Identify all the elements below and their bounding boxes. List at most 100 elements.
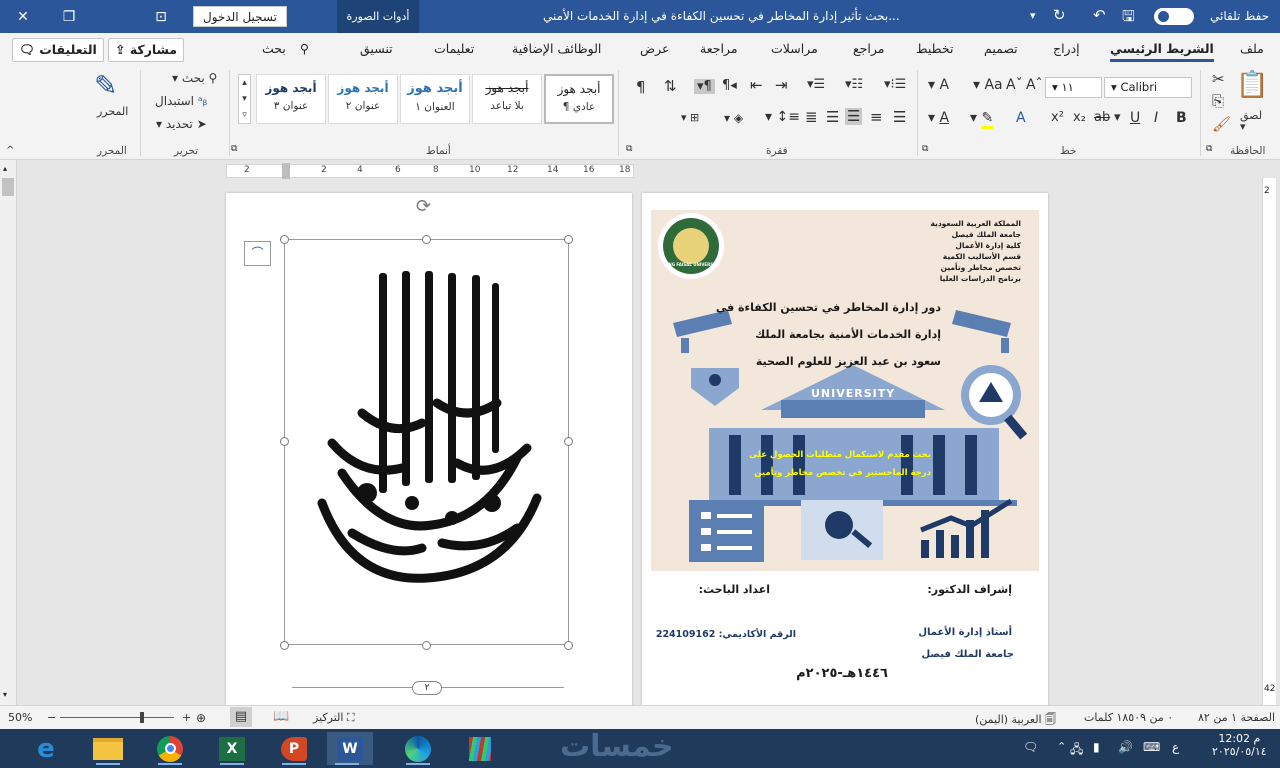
language-status[interactable]: العربية (اليمن) 🗐 — [975, 711, 1056, 730]
resize-handle[interactable] — [422, 235, 431, 244]
resize-handle[interactable] — [280, 437, 289, 446]
numbering-icon[interactable]: ▾☷ — [845, 78, 863, 91]
word-icon[interactable]: W — [327, 732, 373, 765]
tab-home[interactable]: الشريط الرئيسي — [1110, 41, 1214, 62]
font-launcher-icon[interactable]: ⧉ — [922, 145, 928, 154]
chrome-icon[interactable] — [150, 732, 190, 765]
resize-handle[interactable] — [422, 641, 431, 650]
paste-icon[interactable]: 📋 — [1236, 72, 1268, 98]
underline-icon[interactable]: ▾ — [1114, 111, 1121, 124]
font-color-icon[interactable]: ▾ A — [928, 111, 949, 125]
share-button[interactable]: ⇪ مشاركة — [108, 38, 185, 62]
scroll-up-icon[interactable]: ▴ — [3, 164, 7, 173]
print-layout-icon[interactable]: ▤ — [230, 707, 252, 727]
resize-handle[interactable] — [564, 641, 573, 650]
clipboard-launcher-icon[interactable]: ⧉ — [1206, 145, 1212, 154]
style-heading3[interactable]: أبجد هوز عنوان ٣ — [256, 74, 326, 124]
rtl-icon[interactable]: ▾¶ — [694, 79, 715, 94]
font-name-select[interactable]: ▾ Calibri — [1104, 77, 1192, 98]
grow-font-icon[interactable]: Aˆ — [1026, 78, 1043, 92]
zoom-slider[interactable] — [60, 717, 174, 718]
comments-button[interactable]: 🗨 التعليقات — [12, 38, 104, 62]
bold-icon[interactable]: B — [1176, 111, 1187, 125]
change-case-icon[interactable]: ▾ Aa — [973, 78, 1003, 92]
shading-icon[interactable]: ▾ ◈ — [724, 112, 743, 124]
sort-icon[interactable]: ⇅ — [664, 79, 677, 94]
select-button[interactable]: ▾ تحديد ➤ — [156, 118, 207, 130]
underline-u-icon[interactable]: U — [1130, 111, 1140, 125]
vertical-scrollbar[interactable]: ▴ ▾ — [0, 160, 17, 705]
layout-options-icon[interactable]: ⌒ — [244, 241, 271, 266]
justify-icon[interactable]: ≣ — [805, 110, 818, 125]
resize-handle[interactable] — [564, 235, 573, 244]
superscript-icon[interactable]: x² — [1051, 111, 1064, 124]
show-marks-icon[interactable]: ¶ — [636, 80, 646, 95]
resize-handle[interactable] — [280, 235, 289, 244]
notifications-icon[interactable]: 🗨 — [1023, 740, 1038, 754]
zoom-level[interactable]: 50% — [8, 711, 32, 724]
keyboard-icon[interactable]: ⌨ — [1143, 740, 1160, 754]
ltr-icon[interactable]: ¶◂ — [722, 79, 737, 92]
page-status[interactable]: الصفحة ١ من ٨٢ — [1198, 711, 1275, 724]
zoom-fit-icon[interactable]: ⊕ — [196, 711, 206, 725]
strikethrough-icon[interactable]: ab — [1094, 111, 1110, 124]
word-count-status[interactable]: ٠ من ١٨٥٠٩ كلمات — [1084, 711, 1173, 724]
volume-icon[interactable]: 🔊 — [1118, 740, 1133, 754]
align-right-icon[interactable]: ≡ — [870, 110, 883, 125]
zoom-slider-thumb[interactable] — [139, 712, 144, 723]
tab-design[interactable]: تصميم — [984, 41, 1018, 56]
tab-file[interactable]: ملف — [1240, 41, 1264, 56]
cut-icon[interactable]: ✂ — [1212, 72, 1225, 87]
page-1[interactable]: KING FAISAL UNIVERSITY UNIVERSITY المملك… — [642, 193, 1048, 705]
ie-icon[interactable]: e — [26, 732, 66, 765]
styles-launcher-icon[interactable]: ⧉ — [231, 145, 237, 154]
tab-addins[interactable]: الوظائف الإضافية — [512, 41, 601, 56]
indent-marker[interactable] — [282, 163, 290, 179]
styles-scroll[interactable]: ▴ ▾ ▿ — [238, 74, 251, 124]
tab-insert[interactable]: إدراج — [1053, 41, 1080, 56]
close-icon[interactable]: ✕ — [0, 0, 46, 33]
scroll-thumb[interactable] — [2, 178, 14, 196]
battery-icon[interactable]: ▮ — [1093, 740, 1100, 754]
tab-references[interactable]: مراجع — [853, 41, 884, 56]
redo-icon[interactable]: ↻ — [1053, 6, 1066, 24]
customize-qat-icon[interactable]: ▾ — [1030, 9, 1036, 22]
increase-indent-icon[interactable]: ⇤ — [750, 78, 763, 93]
input-language[interactable]: ع — [1172, 740, 1179, 754]
tab-help[interactable]: تعليمات — [434, 41, 474, 56]
font-size-select[interactable]: ▾ ١١ — [1045, 77, 1102, 98]
style-normal[interactable]: أبجد هوز ¶ عادي — [544, 74, 614, 124]
resize-handle[interactable] — [280, 641, 289, 650]
text-effect-icon[interactable]: A — [1016, 111, 1026, 125]
style-heading2[interactable]: أبجد هوز عنوان ٢ — [328, 74, 398, 124]
tab-layout[interactable]: تخطيط — [916, 41, 953, 56]
format-painter-icon[interactable]: 🖌 — [1212, 117, 1231, 132]
excel-icon[interactable]: X — [212, 732, 252, 765]
copy-icon[interactable]: ⎘ — [1212, 94, 1224, 109]
search-box[interactable]: بحث ⚲ — [262, 41, 309, 56]
app-icon[interactable] — [460, 732, 500, 765]
editor-icon[interactable]: ✎ — [94, 72, 117, 100]
network-icon[interactable]: 🖧 — [1070, 740, 1083, 761]
italic-icon[interactable]: I — [1154, 111, 1158, 125]
align-center-icon[interactable]: ☰ — [845, 108, 863, 125]
read-mode-icon[interactable]: 📖 — [273, 709, 289, 724]
align-right-justify-icon[interactable]: ☰ — [893, 110, 906, 125]
save-icon[interactable]: 🖫 — [1122, 6, 1135, 31]
document-area[interactable] — [0, 160, 1280, 705]
undo-icon[interactable]: ↶ — [1093, 6, 1106, 24]
edge-icon[interactable] — [398, 732, 438, 765]
editor-button-label[interactable]: المحرر — [97, 106, 128, 117]
tab-mailings[interactable]: مراسلات — [771, 41, 818, 56]
shrink-font-icon[interactable]: Aˇ — [1006, 78, 1023, 92]
focus-button[interactable]: التركيز ⛶ — [313, 711, 355, 725]
resize-handle[interactable] — [564, 437, 573, 446]
clock[interactable]: م 12:02 ٢٠٢٥/٠٥/١٤ — [1212, 732, 1267, 758]
find-button[interactable]: ▾ بحث ⚲ — [172, 72, 217, 84]
decrease-indent-icon[interactable]: ⇥ — [775, 78, 788, 93]
zoom-out-icon[interactable]: − — [47, 711, 56, 724]
restore-icon[interactable]: ❐ — [46, 0, 92, 33]
tray-overflow-icon[interactable]: ⌃ — [1057, 740, 1066, 753]
tab-review[interactable]: مراجعة — [700, 41, 738, 56]
powerpoint-icon[interactable]: P — [274, 732, 314, 765]
